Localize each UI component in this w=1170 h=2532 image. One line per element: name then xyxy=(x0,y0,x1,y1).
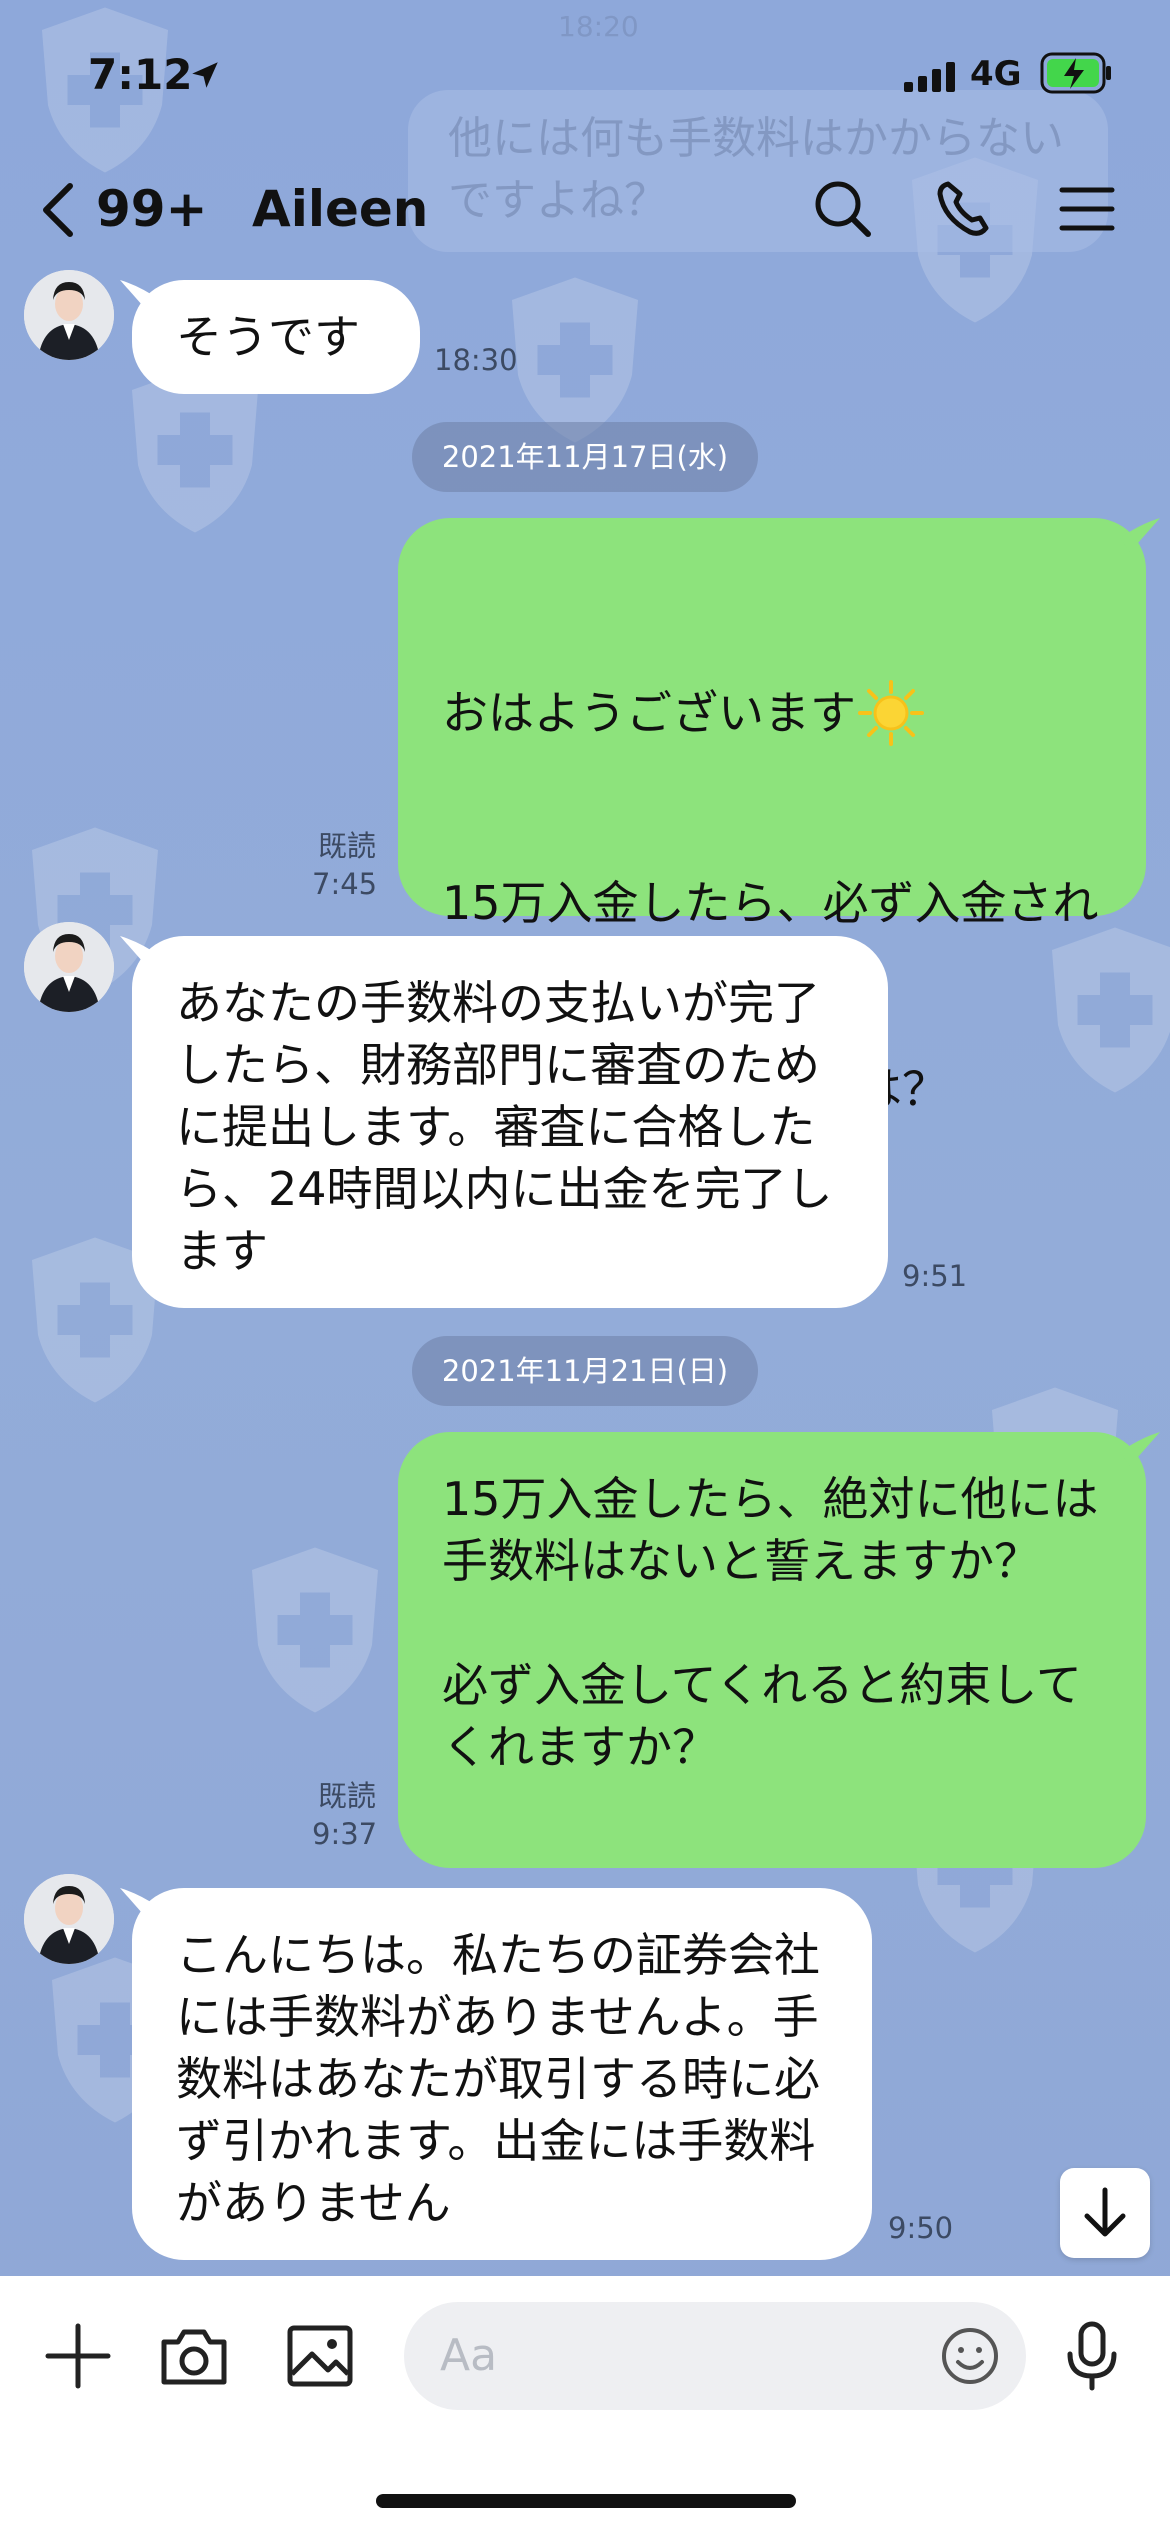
message-time: 9:37 xyxy=(312,1817,378,1851)
scroll-to-bottom-button[interactable] xyxy=(1060,2168,1150,2258)
bubble-tail xyxy=(1120,518,1160,552)
avatar[interactable] xyxy=(24,922,114,1012)
camera-icon xyxy=(161,2329,227,2385)
emoji-icon[interactable] xyxy=(938,2324,1002,2388)
date-separator: 2021年11月17日(水) xyxy=(412,422,758,492)
location-arrow-icon xyxy=(192,62,218,88)
phone-icon xyxy=(937,181,989,236)
date-separator: 2021年11月21日(日) xyxy=(412,1336,758,1406)
message-input-bar: Aa xyxy=(0,2276,1170,2532)
bubble-tail xyxy=(1120,1432,1160,1466)
message-bubble-incoming[interactable]: あなたの手数料の支払いが完了したら、財務部門に審査のために提出します。審査に合格… xyxy=(132,936,888,1308)
read-receipt: 既読 xyxy=(318,829,377,863)
read-receipt: 既読 xyxy=(318,1779,377,1813)
message-input[interactable]: Aa xyxy=(404,2302,1026,2410)
avatar[interactable] xyxy=(24,270,114,360)
chat-title[interactable]: Aileen xyxy=(252,180,428,238)
greeting-text: おはようございます xyxy=(442,686,856,740)
message-time: 9:51 xyxy=(902,1259,968,1293)
message-time: 18:30 xyxy=(434,343,518,377)
message-bubble-outgoing[interactable]: おはようございます 15万入金したら、必ず入金されますか？ 入金までの所用時間は… xyxy=(398,518,1146,1116)
search-icon xyxy=(815,181,871,237)
message-bubble-incoming[interactable]: そうです xyxy=(132,280,420,394)
status-bar: 7:12 4G xyxy=(0,0,1170,150)
message-time: 9:50 xyxy=(888,2211,954,2245)
shield-watermark-icon xyxy=(240,1540,390,1720)
add-button[interactable] xyxy=(38,2316,118,2396)
microphone-button[interactable] xyxy=(1052,2316,1132,2396)
status-time: 7:12 xyxy=(88,50,193,99)
menu-button[interactable] xyxy=(1052,174,1122,244)
message-bubble-incoming[interactable]: こんにちは。私たちの証券会社には手数料がありませんよ。手数料はあなたが取引する時… xyxy=(132,1888,872,2260)
message-time: 7:45 xyxy=(312,867,378,901)
call-button[interactable] xyxy=(930,174,1000,244)
search-button[interactable] xyxy=(808,174,878,244)
battery-charging-icon xyxy=(1040,52,1111,94)
network-type: 4G xyxy=(970,54,1022,94)
microphone-icon xyxy=(1067,2321,1117,2391)
plus-icon xyxy=(45,2323,111,2389)
chat-header: 99+ Aileen xyxy=(0,150,1170,270)
arrow-down-icon xyxy=(1084,2187,1126,2237)
unread-count[interactable]: 99+ xyxy=(96,180,207,238)
menu-icon xyxy=(1059,187,1115,231)
back-chevron-icon[interactable] xyxy=(38,180,78,240)
signal-icon xyxy=(904,62,955,92)
message-bubble-outgoing[interactable]: 15万入金したら、絶対に他には手数料はないと誓えますか？ 必ず入金してくれると約… xyxy=(398,1432,1146,1868)
image-icon xyxy=(287,2325,353,2387)
home-indicator xyxy=(376,2494,796,2508)
camera-button[interactable] xyxy=(154,2316,234,2396)
sun-emoji-icon xyxy=(858,680,924,746)
image-button[interactable] xyxy=(280,2316,360,2396)
avatar[interactable] xyxy=(24,1874,114,1964)
